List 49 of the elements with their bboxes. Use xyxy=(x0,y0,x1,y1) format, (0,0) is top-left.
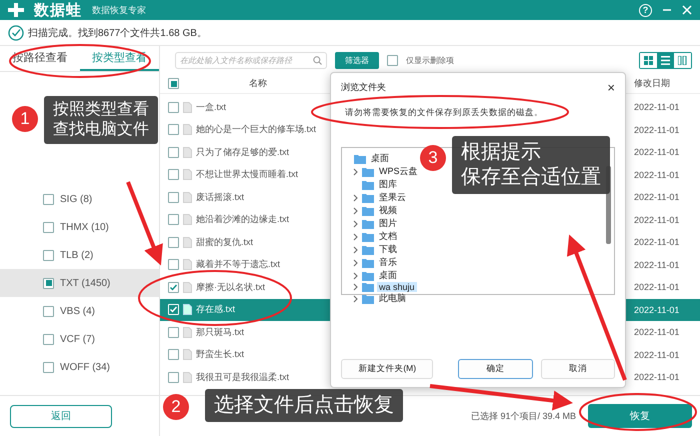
date-cell-text: 2022-11-01 xyxy=(634,260,680,270)
tip-text: 保存至合适位置 xyxy=(461,165,601,190)
date-cell-text: 2022-11-01 xyxy=(634,350,680,360)
tip-text: 选择文件后点击恢复 xyxy=(214,393,394,418)
scan-status: 扫描完成。找到8677个文件共1.68 GB。 xyxy=(28,26,207,40)
file-name: 只为了储存足够的爱.txt xyxy=(196,146,290,159)
dialog-title: 浏览文件夹 xyxy=(341,80,386,94)
date-cell-text: 2022-11-01 xyxy=(634,147,680,158)
date-cell-text: 2022-11-01 xyxy=(634,304,680,315)
file-name: 存在感.txt xyxy=(196,303,236,316)
file-name: 我很丑可是我很温柔.txt xyxy=(196,370,290,384)
file-type-label: THMX (10) xyxy=(60,222,109,232)
date-cell-text: 2022-11-01 xyxy=(634,282,680,292)
file-name: 甜蜜的复仇.txt xyxy=(196,236,254,249)
column-header: 名称 xyxy=(249,77,267,90)
file-type-label: VBS (4) xyxy=(60,306,96,316)
tip-text: 按照类型查看 xyxy=(53,100,149,120)
file-name: 不想让世界太慢而睡着.txt xyxy=(196,168,298,182)
date-cell-text: 2022-11-01 xyxy=(634,192,680,202)
file-name: 一盒.txt xyxy=(196,100,226,114)
step-number: 2 xyxy=(163,394,189,420)
deleted-only-label: 仅显示删除项 xyxy=(406,54,454,66)
file-type-label: SIG (8) xyxy=(60,194,92,204)
app-name: 数据蛙 xyxy=(34,0,82,20)
file-type-label: TXT (1450) xyxy=(60,278,110,288)
file-name: 她沿着沙滩的边缘走.txt xyxy=(196,213,290,226)
file-name: 野蛮生长.txt xyxy=(196,348,244,362)
file-name: 那只斑马.txt xyxy=(196,326,244,339)
file-type-label: WOFF (34) xyxy=(60,362,110,372)
step-number: 1 xyxy=(12,106,38,132)
tip-text: 查找电脑文件 xyxy=(53,120,149,140)
selection-summary: 已选择 91个项目/ 39.4 MB xyxy=(470,410,576,422)
dialog-message: 请勿将需要恢复的文件保存到原丢失数据的磁盘。 xyxy=(345,107,543,119)
file-name: 摩擦·无以名状.txt xyxy=(196,280,265,294)
file-type-label: TLB (2) xyxy=(60,250,94,260)
app-subtitle: 数据恢复专家 xyxy=(92,4,146,16)
date-cell-text: 2022-11-01 xyxy=(634,102,680,112)
column-header: 修改日期 xyxy=(634,77,671,90)
tip-text: 根据提示 xyxy=(461,140,542,165)
file-name: 藏着并不等于遗忘.txt xyxy=(196,258,280,272)
file-name: 废话摇滚.txt xyxy=(196,190,244,204)
file-type-label: VCF (7) xyxy=(60,334,95,344)
date-cell-text: 2022-11-01 xyxy=(634,372,680,382)
date-cell-text: 2022-11-01 xyxy=(634,170,680,180)
file-name: 她的心是一个巨大的修车场.txt xyxy=(196,123,316,136)
date-cell-text: 2022-11-01 xyxy=(634,124,680,135)
date-cell-text: 2022-11-01 xyxy=(634,237,680,248)
date-cell-text: 2022-11-01 xyxy=(634,327,680,338)
date-cell-text: 2022-11-01 xyxy=(634,214,680,225)
